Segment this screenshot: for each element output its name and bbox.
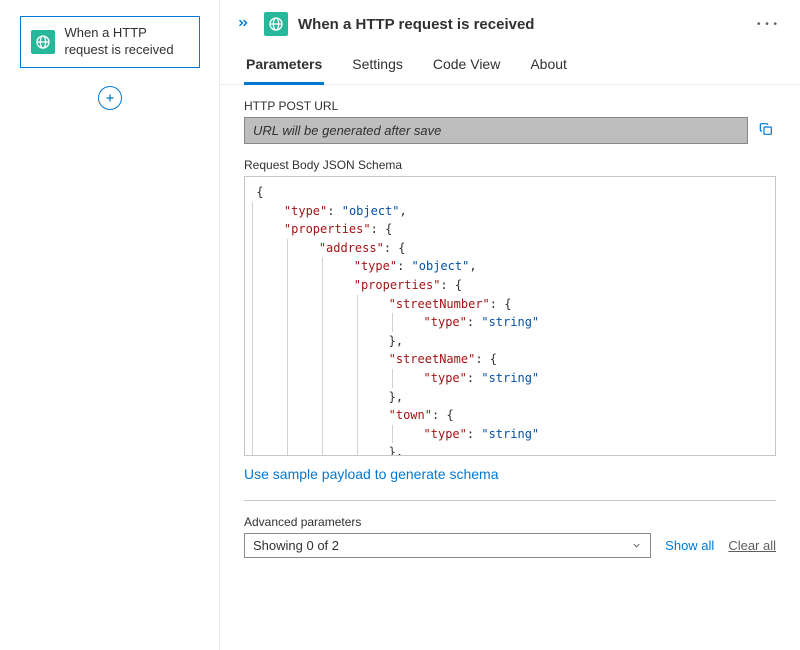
panel-content: HTTP POST URL URL will be generated afte… <box>220 85 800 650</box>
tabbar: Parameters Settings Code View About <box>220 46 800 85</box>
advanced-params-select[interactable]: Showing 0 of 2 <box>244 533 651 558</box>
http-request-icon <box>31 30 55 54</box>
tab-settings[interactable]: Settings <box>350 50 405 85</box>
http-request-icon <box>264 12 288 36</box>
collapse-panel-button[interactable] <box>232 14 254 35</box>
trigger-card-label: When a HTTP request is received <box>65 25 189 59</box>
http-post-url-label: HTTP POST URL <box>244 99 776 113</box>
chevron-down-icon <box>631 540 642 551</box>
show-all-button[interactable]: Show all <box>665 538 714 553</box>
tab-code-view[interactable]: Code View <box>431 50 502 85</box>
schema-label: Request Body JSON Schema <box>244 158 776 172</box>
tab-parameters[interactable]: Parameters <box>244 50 324 85</box>
copy-url-button[interactable] <box>756 119 776 142</box>
canvas-panel: When a HTTP request is received <box>0 0 220 650</box>
http-post-url-field: URL will be generated after save <box>244 117 748 144</box>
panel-header: When a HTTP request is received • • • <box>220 0 800 46</box>
clear-all-button[interactable]: Clear all <box>728 538 776 553</box>
panel-title: When a HTTP request is received <box>298 16 534 33</box>
tab-about[interactable]: About <box>528 50 569 85</box>
divider <box>244 500 776 501</box>
advanced-params-label: Advanced parameters <box>244 515 776 529</box>
details-panel: When a HTTP request is received • • • Pa… <box>220 0 800 650</box>
more-actions-button[interactable]: • • • <box>751 17 784 32</box>
advanced-params-select-value: Showing 0 of 2 <box>253 538 339 553</box>
sample-payload-link[interactable]: Use sample payload to generate schema <box>244 466 498 482</box>
schema-editor[interactable]: { "type": "object", "properties": { "add… <box>244 176 776 456</box>
add-step-button[interactable] <box>98 86 122 110</box>
trigger-card[interactable]: When a HTTP request is received <box>20 16 200 68</box>
